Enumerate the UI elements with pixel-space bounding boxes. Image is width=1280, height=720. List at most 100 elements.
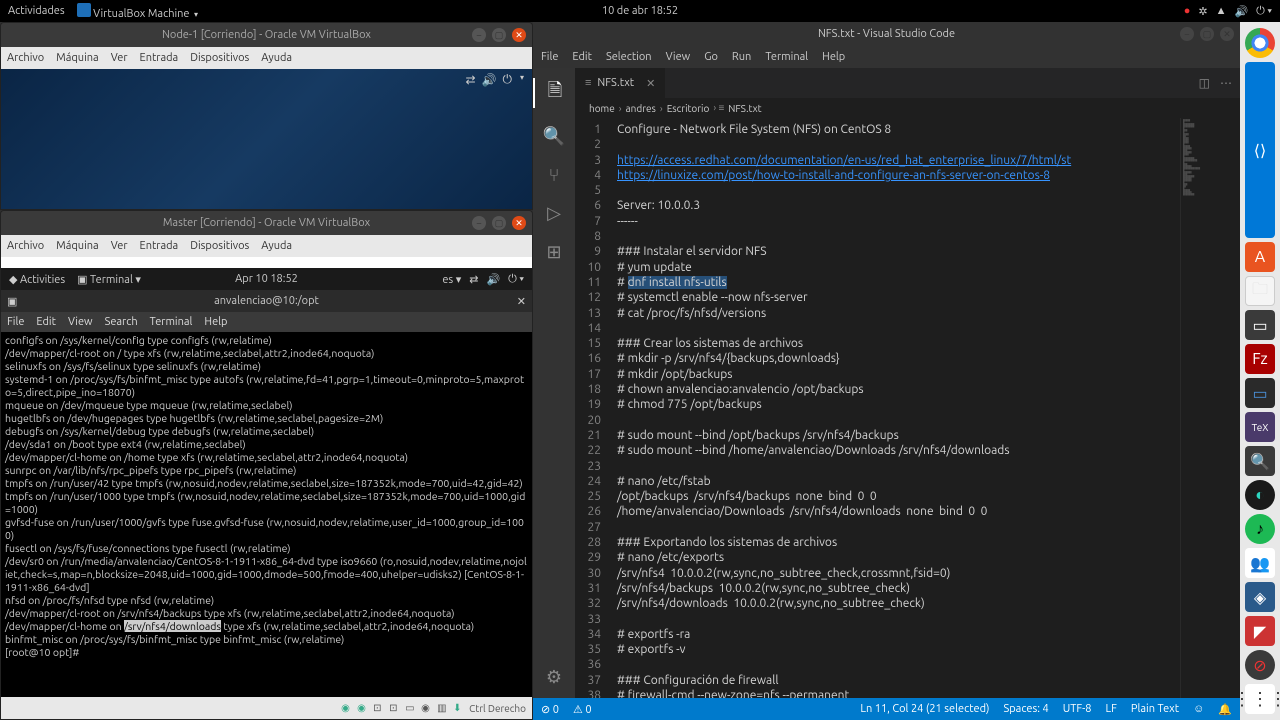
- minimize-button[interactable]: –: [472, 216, 486, 230]
- menu-item[interactable]: Run: [732, 51, 751, 63]
- menu-item[interactable]: Archivo: [7, 240, 44, 252]
- terminal-titlebar[interactable]: ▣ anvalenciao@10:/opt ✕: [1, 290, 532, 312]
- record-icon[interactable]: ●: [1184, 5, 1191, 17]
- menu-item[interactable]: Dispositivos: [190, 240, 249, 252]
- menu-item[interactable]: Selection: [606, 51, 652, 63]
- menu-item[interactable]: Máquina: [56, 52, 99, 64]
- status-eol[interactable]: LF: [1106, 703, 1117, 716]
- code-content[interactable]: Configure - Network File System (NFS) on…: [611, 118, 1180, 698]
- brightness-icon: ✲: [1198, 5, 1207, 18]
- menu-item[interactable]: Go: [704, 51, 718, 63]
- minimize-button[interactable]: –: [1180, 27, 1194, 41]
- menu-item[interactable]: Entrada: [140, 52, 179, 64]
- status-spaces[interactable]: Spaces: 4: [1003, 703, 1048, 716]
- editor[interactable]: 1234567891011121314151617181920212223242…: [575, 118, 1240, 698]
- menu-item[interactable]: Entrada: [140, 240, 179, 252]
- dock-vscode[interactable]: ⟨⟩: [1245, 62, 1275, 238]
- status-feedback-icon[interactable]: ☺: [1193, 703, 1204, 716]
- menu-item[interactable]: Ver: [111, 52, 128, 64]
- status-errors[interactable]: ⊘ 0: [541, 703, 559, 716]
- vm-display[interactable]: ⇄🔊⏻▾: [1, 69, 532, 209]
- dock-files[interactable]: 🗀: [1245, 276, 1275, 306]
- menu-item[interactable]: File: [541, 51, 558, 63]
- terminal-app-menu[interactable]: ▣ Terminal ▾: [77, 273, 141, 286]
- menu-item[interactable]: Máquina: [56, 240, 99, 252]
- status-warnings[interactable]: ⚠ 0: [573, 703, 592, 716]
- dock-ubuntu-software[interactable]: A: [1245, 242, 1275, 272]
- activities-button[interactable]: Actividades: [8, 5, 65, 17]
- dock-virtualbox[interactable]: ◈: [1245, 582, 1275, 612]
- dock-teams[interactable]: 👥: [1245, 548, 1275, 578]
- dock-show-apps[interactable]: ⋮⋮⋮: [1245, 684, 1275, 714]
- menu-item[interactable]: Archivo: [7, 52, 44, 64]
- menu-item[interactable]: Terminal: [765, 51, 808, 63]
- guest-clock[interactable]: Apr 10 18:52: [235, 273, 298, 285]
- dock-logs[interactable]: 🔍: [1245, 446, 1275, 476]
- dock-spotify[interactable]: ♪: [1245, 514, 1275, 544]
- clock[interactable]: 10 de abr 18:52: [602, 5, 678, 17]
- window-title[interactable]: Master [Corriendo] - Oracle VM VirtualBo…: [1, 211, 532, 235]
- dock-app1[interactable]: ◐: [1245, 480, 1275, 510]
- power-indicator-icon: ⏻: [502, 73, 512, 87]
- host-key: Ctrl Derecho: [469, 703, 526, 714]
- tab-nfs[interactable]: ≡ NFS.txt ✕: [575, 68, 666, 98]
- gear-icon[interactable]: ⚙: [546, 667, 562, 688]
- status-encoding[interactable]: UTF-8: [1063, 703, 1092, 716]
- menu-item[interactable]: View: [68, 316, 93, 328]
- source-control-icon[interactable]: ⑂: [549, 165, 560, 185]
- display-icon: ▭: [405, 702, 417, 714]
- dock-chrome[interactable]: [1245, 28, 1275, 58]
- menu-item[interactable]: Ver: [111, 240, 128, 252]
- window-title[interactable]: Node-1 [Corriendo] - Oracle VM VirtualBo…: [1, 23, 532, 47]
- more-actions-icon[interactable]: ⋯: [1220, 76, 1232, 90]
- maximize-button[interactable]: ▢: [492, 28, 506, 42]
- menu-item[interactable]: Edit: [572, 51, 592, 63]
- volume-icon[interactable]: 🔊: [1234, 5, 1248, 18]
- dock-screenshot[interactable]: ▭: [1245, 310, 1275, 340]
- vscode-titlebar[interactable]: NFS.txt - Visual Studio Code – ▢ ✕: [533, 22, 1240, 46]
- run-debug-icon[interactable]: ▷: [547, 203, 561, 224]
- terminal-output[interactable]: configfs on /sys/kernel/config type conf…: [1, 332, 532, 708]
- menu-item[interactable]: Help: [822, 51, 845, 63]
- breadcrumb[interactable]: home › andres › Escritorio › ≡ NFS.txt: [575, 98, 1240, 118]
- vm-window-master: Master [Corriendo] - Oracle VM VirtualBo…: [0, 210, 533, 720]
- dock-tex[interactable]: TeX: [1245, 412, 1275, 442]
- close-button[interactable]: ✕: [512, 28, 526, 42]
- dock-app2[interactable]: ◤: [1245, 616, 1275, 646]
- dock-filezilla[interactable]: Fz: [1245, 344, 1275, 374]
- close-icon[interactable]: ✕: [517, 295, 526, 308]
- menu-item[interactable]: Terminal: [150, 316, 193, 328]
- editor-tabs: ≡ NFS.txt ✕ ◫ ⋯: [575, 68, 1240, 98]
- app-menu[interactable]: VirtualBox Machine ▾: [77, 3, 198, 20]
- close-tab-icon[interactable]: ✕: [646, 77, 655, 90]
- search-icon[interactable]: 🔍: [543, 126, 565, 147]
- dock-app3[interactable]: ⊘: [1245, 650, 1275, 680]
- menu-item[interactable]: Ayuda: [261, 240, 292, 252]
- menu-item[interactable]: Dispositivos: [190, 52, 249, 64]
- extensions-icon[interactable]: ⊞: [546, 242, 561, 263]
- menu-item[interactable]: Edit: [36, 316, 56, 328]
- close-button[interactable]: ✕: [512, 216, 526, 230]
- minimize-button[interactable]: –: [472, 28, 486, 42]
- maximize-button[interactable]: ▢: [1200, 27, 1214, 41]
- status-bell-icon[interactable]: 🔔: [1218, 703, 1232, 716]
- activities-button[interactable]: ◆ Activities: [9, 273, 65, 286]
- split-editor-icon[interactable]: ◫: [1199, 76, 1210, 90]
- status-cursor[interactable]: Ln 11, Col 24 (21 selected): [860, 703, 989, 716]
- menu-item[interactable]: Help: [204, 316, 227, 328]
- power-icon[interactable]: ⏻ ▾: [508, 273, 524, 286]
- dock: ⟨⟩ A 🗀 ▭ Fz ▭ TeX 🔍 ◐ ♪ 👥 ◈ ◤ ⊘ ⋮⋮⋮: [1240, 22, 1280, 720]
- maximize-button[interactable]: ▢: [492, 216, 506, 230]
- lang-indicator[interactable]: es ▾: [442, 273, 461, 286]
- network-icon[interactable]: ▲: [1216, 5, 1227, 17]
- menu-item[interactable]: View: [666, 51, 691, 63]
- menu-item[interactable]: Search: [105, 316, 138, 328]
- menu-item[interactable]: File: [7, 316, 24, 328]
- menu-item[interactable]: Ayuda: [261, 52, 292, 64]
- dock-monitor[interactable]: ▭: [1245, 378, 1275, 408]
- close-button[interactable]: ✕: [1220, 27, 1234, 41]
- status-lang[interactable]: Plain Text: [1131, 703, 1179, 716]
- explorer-icon[interactable]: 🗎: [533, 78, 575, 108]
- power-icon[interactable]: ⏻ ▾: [1256, 5, 1272, 18]
- minimap[interactable]: ████████████████████████████████████████…: [1180, 118, 1240, 698]
